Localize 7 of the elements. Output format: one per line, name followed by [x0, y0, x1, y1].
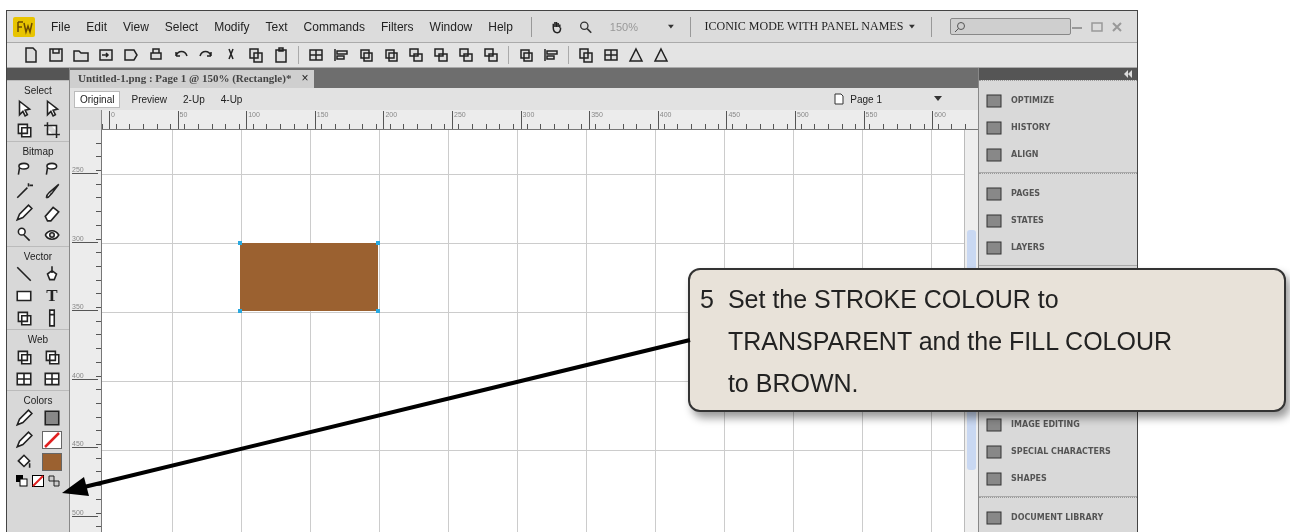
tool-section-label: Bitmap — [22, 146, 54, 157]
instruction-text: Set the STROKE COLOUR to TRANSPARENT and the FILL COLOUR to BROWN. — [727, 284, 1174, 399]
step-number: 5 — [700, 284, 714, 315]
tool-section-label: Vector — [23, 251, 53, 262]
tool-section-label: Select — [24, 85, 52, 96]
tool-section-label: Web — [27, 334, 49, 345]
tool-section-label: Colors — [23, 395, 53, 406]
